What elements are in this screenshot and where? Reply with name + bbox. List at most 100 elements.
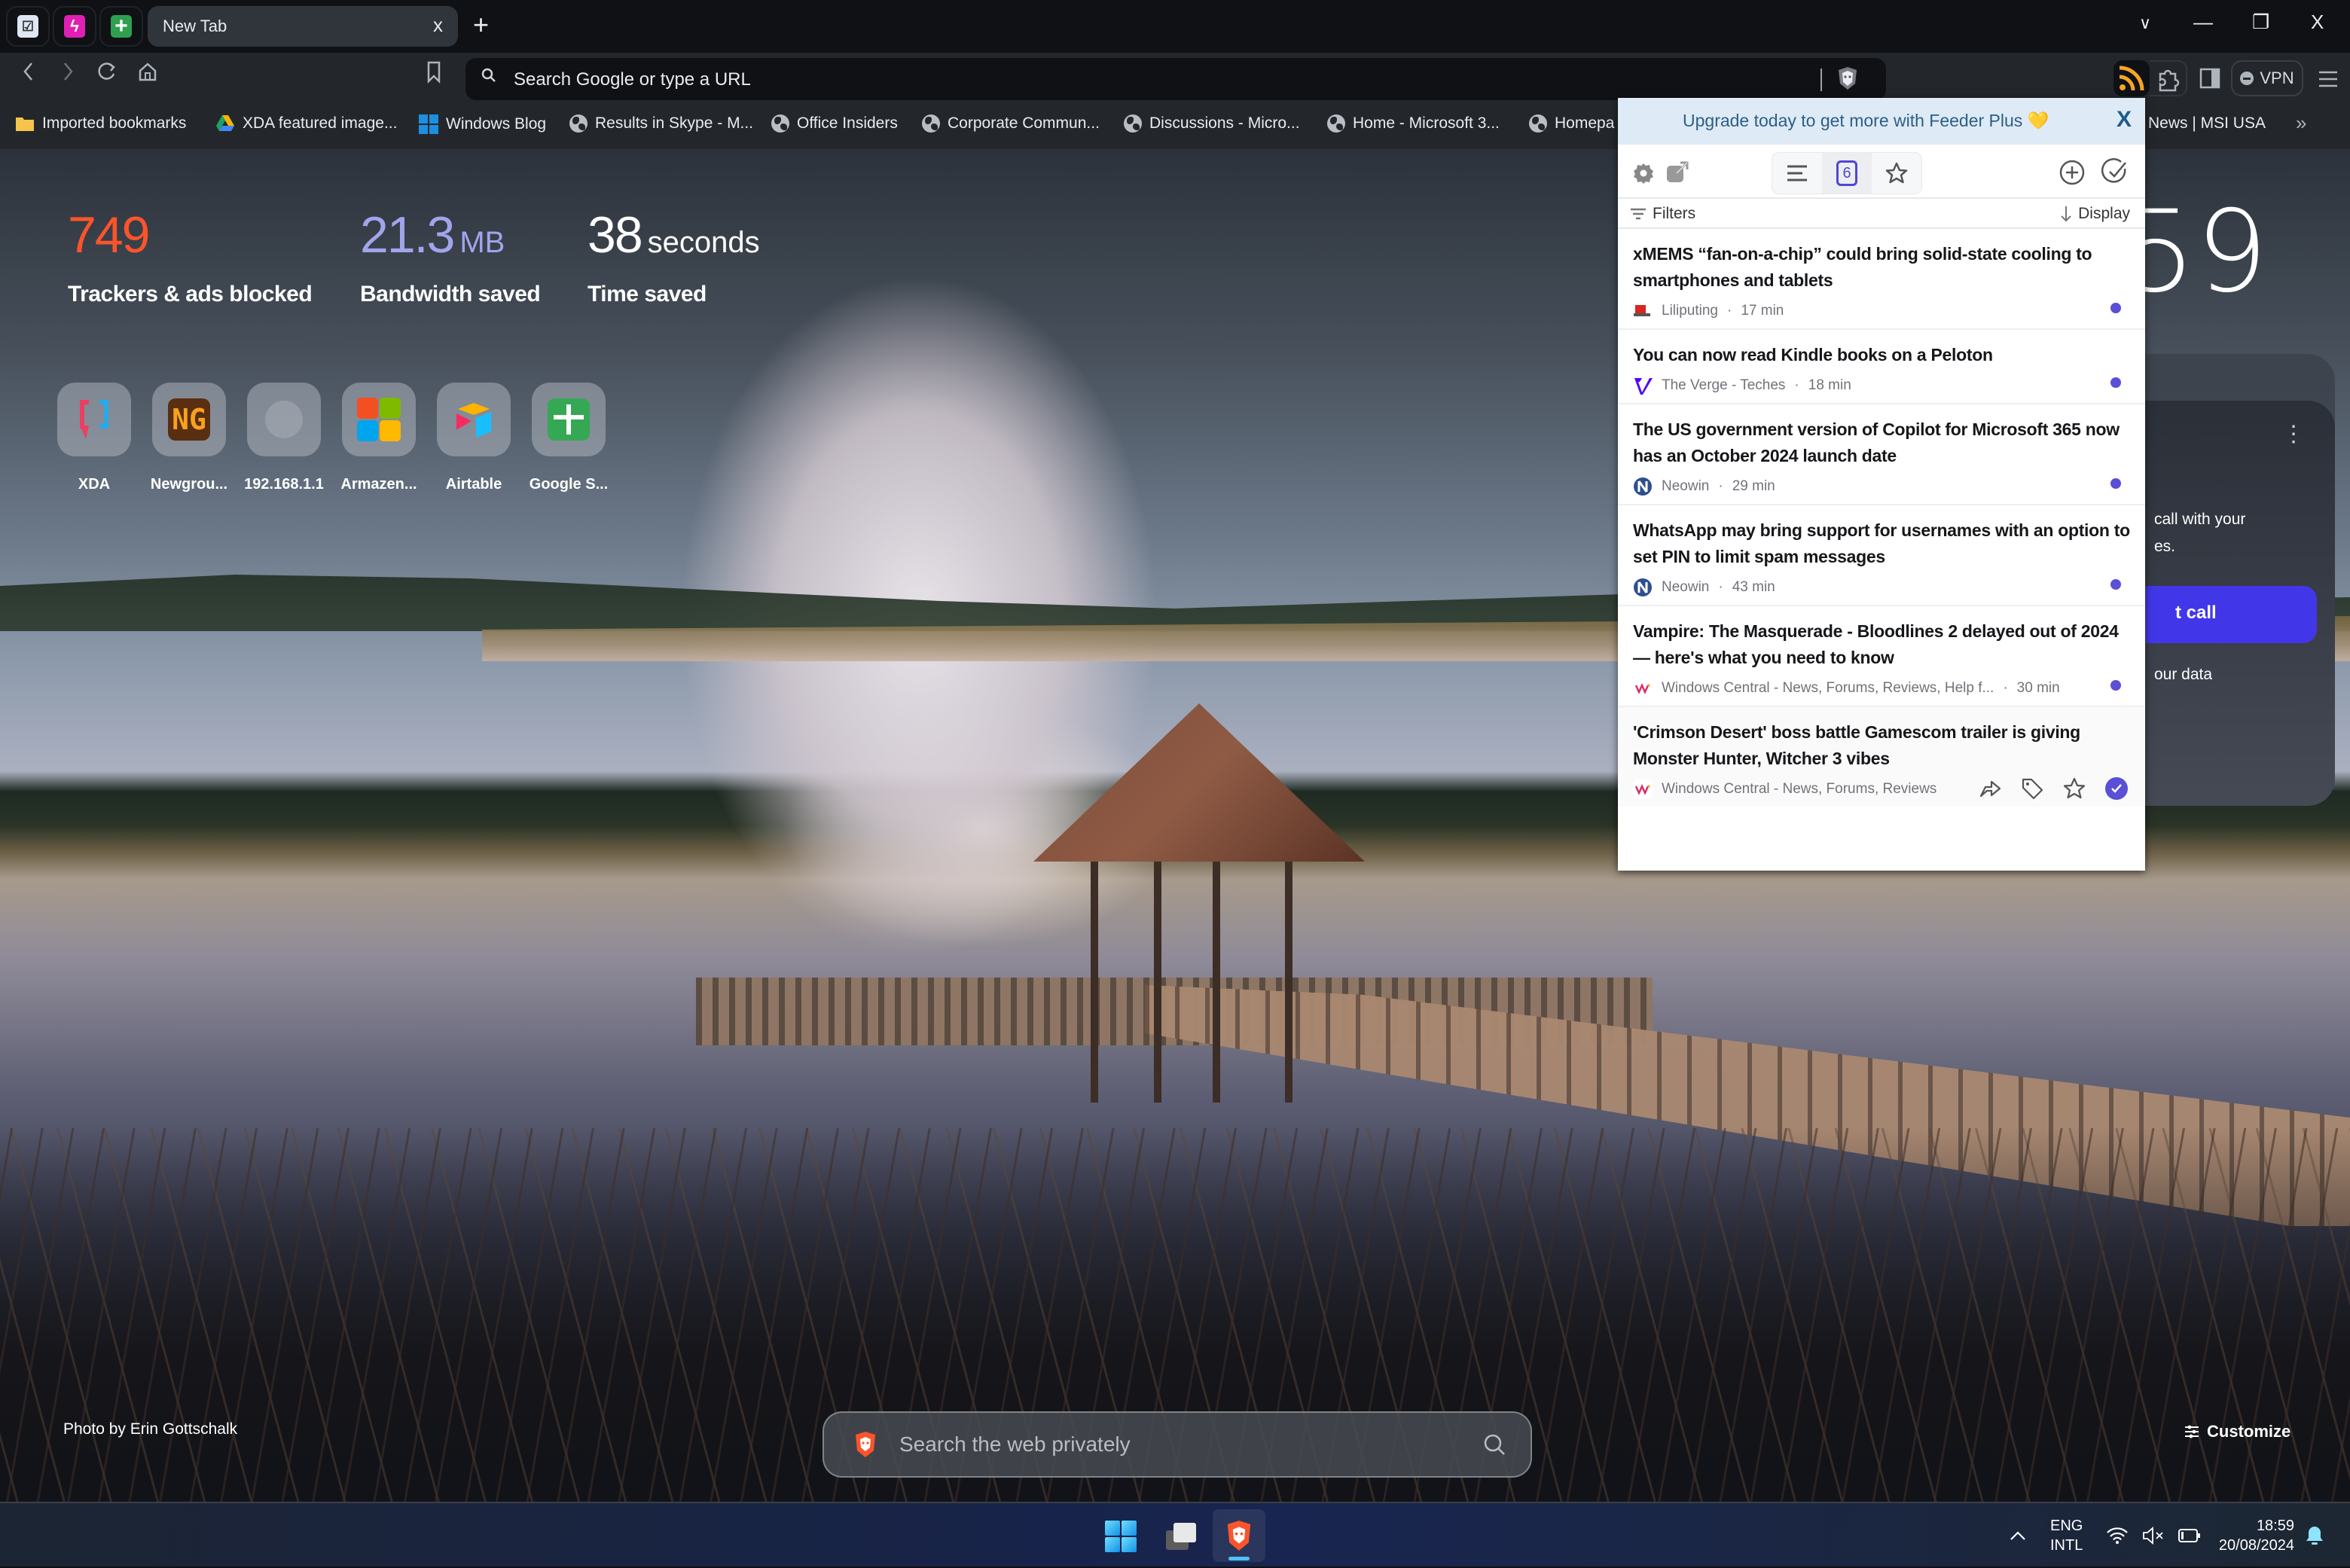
bookmark-msi-news[interactable]: News | MSI USA <box>2148 114 2266 133</box>
banner-close-button[interactable]: X <box>2117 107 2132 133</box>
sidebar-toggle-button[interactable] <box>2198 66 2222 94</box>
feed-item[interactable]: You can now read Kindle books on a Pelot… <box>1618 330 2145 404</box>
feed-item[interactable]: Vampire: The Masquerade - Bloodlines 2 d… <box>1618 606 2145 707</box>
notifications-button[interactable] <box>2305 1503 2324 1568</box>
bookmark-results-in-skype[interactable]: Results in Skype - M... <box>569 114 753 133</box>
unread-dot[interactable] <box>2110 478 2121 489</box>
windows-central-icon <box>1633 779 1653 799</box>
starred-view-tab[interactable] <box>1872 153 1921 194</box>
tab-new-tab[interactable]: New Tab x <box>148 6 458 47</box>
bookmark-homepage[interactable]: Homepa <box>1529 114 1614 133</box>
unread-dot[interactable] <box>2110 579 2121 590</box>
pinned-tab-todo[interactable]: ☑ <box>6 6 50 47</box>
bookmark-home-microsoft[interactable]: Home - Microsoft 3... <box>1327 114 1500 133</box>
star-icon[interactable] <box>2062 776 2086 801</box>
hamburger-menu-icon <box>2319 71 2337 87</box>
feed-item-title: 'Crimson Desert' boss battle Gamescom tr… <box>1633 722 2080 768</box>
feed-item[interactable]: The US government version of Copilot for… <box>1618 404 2145 505</box>
system-tray-icons[interactable] <box>2106 1503 2201 1568</box>
new-tab-button[interactable]: + <box>473 9 489 41</box>
show-hidden-icons-button[interactable] <box>2010 1503 2026 1568</box>
feed-item-meta: Windows Central - News, Forums, Reviews,… <box>1633 671 2130 706</box>
bookmark-office-insiders[interactable]: Office Insiders <box>771 114 898 133</box>
bookmark-discussions-micro[interactable]: Discussions - Micro... <box>1124 114 1300 133</box>
vpn-button[interactable]: VPN <box>2231 60 2303 96</box>
bookmark-imported-bookmarks[interactable]: Imported bookmarks <box>15 114 186 133</box>
close-window-button[interactable]: X <box>2311 11 2324 34</box>
tab-search-button[interactable]: ∨ <box>2139 14 2151 33</box>
unread-count-badge: 6 <box>1836 160 1857 186</box>
top-site-armazenamento[interactable]: Armazen... <box>340 383 417 493</box>
back-button[interactable] <box>14 60 44 89</box>
globe-icon <box>1327 114 1345 133</box>
background-gazebo-post <box>1213 862 1220 1103</box>
unread-dot[interactable] <box>2110 377 2121 388</box>
feed-item[interactable]: 'Crimson Desert' boss battle Gamescom tr… <box>1618 707 2145 807</box>
feed-item[interactable]: WhatsApp may bring support for usernames… <box>1618 505 2145 606</box>
restore-button[interactable]: ❐ <box>2252 11 2269 34</box>
open-in-tab-icon[interactable] <box>1665 160 1690 185</box>
forward-button[interactable] <box>53 60 83 89</box>
language-indicator[interactable]: ENG INTL <box>2050 1503 2083 1568</box>
tag-icon[interactable] <box>2020 776 2044 801</box>
back-icon <box>23 63 32 81</box>
address-bar-divider <box>1820 69 1822 91</box>
list-view-tab[interactable] <box>1772 153 1822 194</box>
address-bar[interactable]: Search Google or type a URL <box>465 58 1886 100</box>
brave-shields-icon[interactable] <box>1836 66 1859 91</box>
upgrade-banner[interactable]: Upgrade today to get more with Feeder Pl… <box>1618 98 2145 145</box>
feeder-extension-button[interactable] <box>2113 60 2150 96</box>
reload-button[interactable] <box>92 60 122 89</box>
top-sites: XDA NG Newgrou... 192.168.1.1 Armazen...… <box>57 383 609 493</box>
bookmark-page-button[interactable] <box>419 60 449 90</box>
globe-icon <box>569 114 588 133</box>
widget-note: our data <box>2154 666 2213 683</box>
feeder-popup: Upgrade today to get more with Feeder Pl… <box>1618 98 2145 871</box>
feed-item[interactable]: xMEMS “fan-on-a-chip” could bring solid-… <box>1618 229 2145 330</box>
web-search-placeholder: Search the web privately <box>899 1432 1131 1456</box>
filters-label: Filters <box>1653 205 1696 222</box>
extensions-button[interactable] <box>2150 60 2187 96</box>
widget-menu-button[interactable]: ⋮ <box>2282 423 2305 446</box>
bookmark-corporate-commun[interactable]: Corporate Commun... <box>922 114 1100 133</box>
unread-dot[interactable] <box>2110 303 2121 313</box>
bookmarks-overflow-button[interactable]: » <box>2296 111 2306 135</box>
search-icon[interactable] <box>1482 1432 1506 1457</box>
stat-value: 749 <box>68 206 150 264</box>
folder-icon <box>16 117 34 131</box>
display-button[interactable]: Display <box>2060 205 2130 223</box>
task-view-button[interactable] <box>1158 1514 1204 1559</box>
tab-close-button[interactable]: x <box>433 14 443 37</box>
main-menu-button[interactable] <box>2317 68 2339 94</box>
settings-gear-icon[interactable] <box>1631 161 1656 185</box>
bookmark-xda-featured-image[interactable]: XDA featured image... <box>215 114 397 133</box>
top-site-newgrounds[interactable]: NG Newgrou... <box>151 383 227 493</box>
unread-dot[interactable] <box>2110 680 2121 691</box>
top-site-google-sheets[interactable]: Google S... <box>529 383 609 493</box>
mark-read-check-icon[interactable] <box>2104 776 2129 801</box>
mark-all-read-icon[interactable] <box>2100 157 2130 187</box>
pinned-tab-lightning[interactable]: ϟ <box>53 6 96 47</box>
photo-credit[interactable]: Photo by Erin Gottschalk <box>63 1420 237 1438</box>
feed-age: 29 min <box>1732 478 1775 494</box>
top-site-xda[interactable]: XDA <box>57 383 131 493</box>
minimize-button[interactable]: — <box>2193 11 2213 34</box>
taskbar-brave-button[interactable] <box>1213 1509 1265 1562</box>
unread-view-tab[interactable]: 6 <box>1822 153 1872 194</box>
home-icon <box>139 63 157 81</box>
add-feed-icon[interactable] <box>2058 158 2086 187</box>
start-button[interactable] <box>1098 1514 1143 1559</box>
home-button[interactable] <box>133 60 163 89</box>
pinned-tab-google-sheets[interactable]: + <box>99 6 143 47</box>
clock-date[interactable]: 18:59 20/08/2024 <box>2208 1503 2294 1568</box>
feed-age: 17 min <box>1741 303 1784 319</box>
web-search-bar[interactable]: Search the web privately <box>822 1411 1532 1478</box>
customize-button[interactable]: Customize <box>2184 1422 2290 1441</box>
top-site-router[interactable]: 192.168.1.1 <box>244 383 324 493</box>
bookmark-windows-blog[interactable]: Windows Blog <box>419 114 546 134</box>
feed-item-meta: Liliputing · 17 min <box>1633 294 2130 328</box>
share-icon[interactable] <box>1978 776 2002 801</box>
top-site-airtable[interactable]: Airtable <box>437 383 511 493</box>
filters-button[interactable]: Filters <box>1630 205 1695 223</box>
top-site-label: Google S... <box>529 476 609 493</box>
